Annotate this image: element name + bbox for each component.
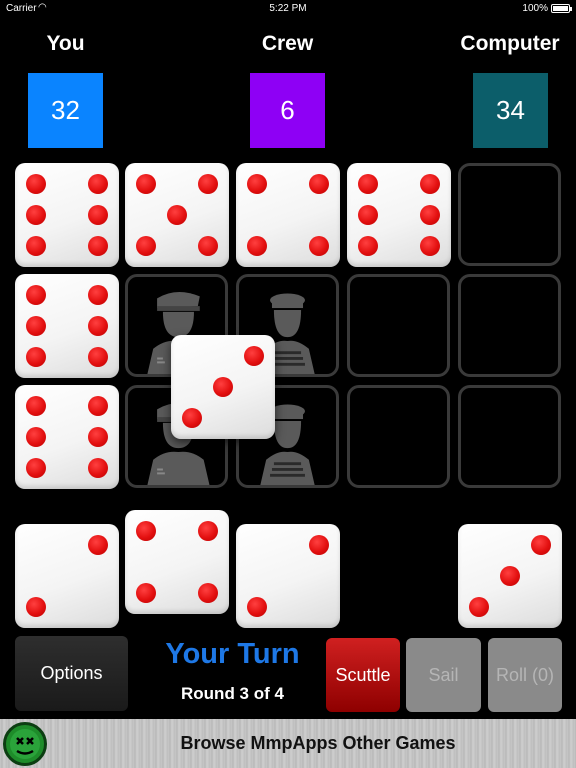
roll-button[interactable]: Roll (0) [488,638,562,712]
battery-percent: 100% [522,3,548,14]
hand-die-you[interactable] [15,524,119,628]
round-indicator: Round 3 of 4 [181,684,284,703]
pip [420,173,441,194]
pip [88,316,109,336]
pip [167,205,187,225]
pip [420,205,441,225]
pip [135,236,156,257]
pip [25,284,46,305]
hand-die-you[interactable] [236,524,340,628]
pip [88,173,109,194]
hand-die-you[interactable] [125,510,229,614]
mmpapps-logo-icon [3,722,47,766]
hand-die-computer[interactable] [458,524,562,628]
pip [357,205,378,225]
pip [25,458,46,479]
pip [25,205,46,225]
pip [309,534,330,555]
pip [309,236,330,257]
pip [88,395,109,416]
score-box-you: 32 [28,73,103,148]
pip [246,173,267,194]
pip [88,427,109,447]
turn-indicator: Your Turn [165,638,300,670]
sail-button[interactable]: Sail [406,638,481,712]
pip [213,377,233,397]
pip [244,345,265,366]
pip [135,520,156,541]
pip [420,236,441,257]
pip [135,173,156,194]
pip [198,520,219,541]
pip [25,236,46,257]
board-die[interactable] [15,163,119,267]
player-name-computer: Computer [460,32,560,55]
promo-banner[interactable]: Browse MmpApps Other Games [0,719,576,768]
empty-slot[interactable] [458,163,561,266]
score-box-computer: 34 [473,73,548,148]
battery-icon [551,4,572,13]
pip [357,236,378,257]
pip [198,236,219,257]
pip [88,284,109,305]
options-button[interactable]: Options [15,636,128,711]
pip [25,395,46,416]
board-die[interactable] [15,274,119,378]
pip [357,173,378,194]
pip [531,534,552,555]
pip [88,347,109,368]
pip [25,316,46,336]
empty-slot[interactable] [347,274,450,377]
banner-label: Browse MmpApps Other Games [180,733,456,753]
pip [88,236,109,257]
pip [88,205,109,225]
pip [25,427,46,447]
empty-slot[interactable] [458,274,561,377]
board-die[interactable] [125,163,229,267]
pip [25,347,46,368]
pip [88,534,109,555]
dragged-die[interactable] [171,335,275,439]
pip [500,566,520,586]
status-bar: Carrier ◠ 5:22 PM 100% [0,0,576,18]
pip [246,597,267,618]
pip [181,408,202,429]
scuttle-button[interactable]: Scuttle [326,638,400,712]
score-box-crew: 6 [250,73,325,148]
board-die[interactable] [236,163,340,267]
empty-slot[interactable] [458,385,561,488]
empty-slot[interactable] [347,385,450,488]
pip [25,597,46,618]
board-die[interactable] [347,163,451,267]
clock: 5:22 PM [269,3,307,14]
pip [25,173,46,194]
pip [468,597,489,618]
pip [246,236,267,257]
pip [198,583,219,604]
board-die[interactable] [15,385,119,489]
pip [198,173,219,194]
pip [135,583,156,604]
player-name-you: You [46,32,85,55]
pip [88,458,109,479]
player-name-crew: Crew [261,32,314,55]
pip [309,173,330,194]
